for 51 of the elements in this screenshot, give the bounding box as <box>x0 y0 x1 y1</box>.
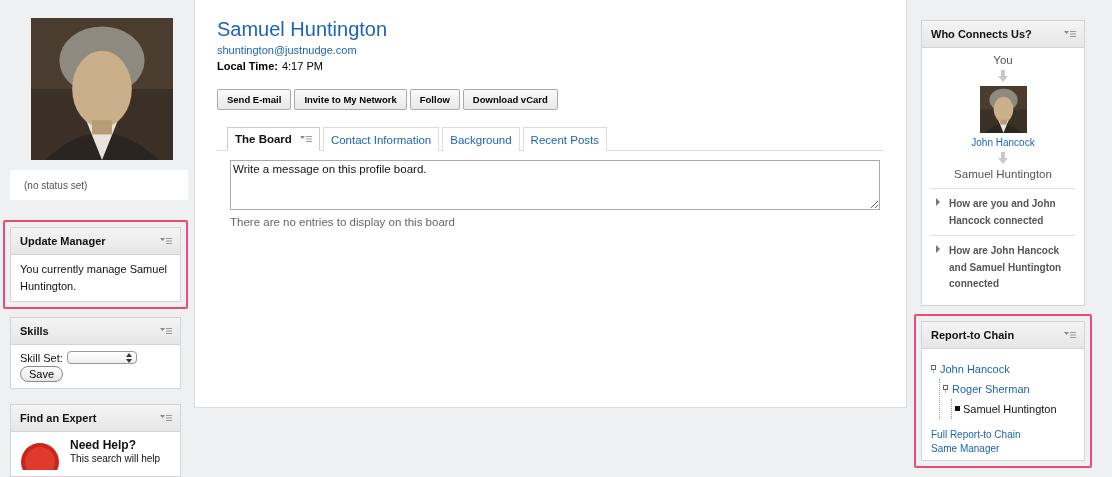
status-text: (no status set) <box>24 179 88 191</box>
tab[interactable]: Contact Information <box>322 127 440 151</box>
email-link[interactable]: shuntington@justnudge.com <box>217 44 357 56</box>
local-time: 4:17 PM <box>281 60 323 72</box>
menu-icon[interactable] <box>1064 330 1076 339</box>
widget-title: Find an Expert <box>20 412 97 424</box>
widget-title: Update Manager <box>20 235 106 247</box>
menu-icon[interactable] <box>160 414 172 422</box>
down-arrow-icon <box>998 152 1008 164</box>
help-text: This search will help <box>70 453 161 464</box>
stepper-icon <box>125 352 132 363</box>
action-button[interactable]: Download vCard <box>462 89 558 110</box>
collapsed-triangle-icon[interactable] <box>935 245 941 253</box>
path-name: Samuel Huntington <box>954 168 1052 180</box>
tree-node-icon <box>943 384 949 393</box>
connection-question[interactable]: How are John Hancock and Samuel Huntington connected <box>949 243 1075 293</box>
menu-icon[interactable] <box>1064 30 1076 38</box>
tab[interactable]: Recent Posts <box>522 127 607 151</box>
chain-name: Samuel Huntington <box>963 402 1057 415</box>
message-field[interactable]: Write a message on this profile board. <box>230 160 880 210</box>
save-button[interactable]: Save <box>20 366 64 382</box>
skill-select[interactable] <box>66 351 137 364</box>
tab[interactable]: The Board <box>227 127 320 151</box>
action-button[interactable]: Invite to My Network <box>294 89 407 110</box>
menu-icon[interactable] <box>299 135 312 143</box>
action-button[interactable]: Send E-mail <box>217 89 292 110</box>
profile-name: Samuel Huntington <box>217 18 388 41</box>
tree-leaf-icon <box>955 406 960 411</box>
chain-link[interactable]: Roger Sherman <box>952 382 1030 395</box>
person-link[interactable]: John Hancock <box>971 137 1035 148</box>
path-name: You <box>993 54 1013 66</box>
help-icon <box>20 440 60 470</box>
down-arrow-icon <box>998 70 1008 82</box>
widget-title: Who Connects Us? <box>931 28 1032 40</box>
tab[interactable]: Background <box>442 127 520 151</box>
widget-title: Report-to Chain <box>931 328 1015 341</box>
empty-message: There are no entries to display on this board <box>230 216 456 228</box>
local-time-label: Local Time: <box>217 60 278 72</box>
chain-option-link[interactable]: Same Manager <box>931 442 1075 454</box>
action-button[interactable]: Follow <box>409 89 460 110</box>
menu-icon[interactable] <box>160 327 172 335</box>
manager-text: You currently manage Samuel Huntington. <box>20 262 168 294</box>
widget-title: Skills <box>20 325 49 337</box>
tree-node-icon <box>931 364 937 373</box>
chain-link[interactable]: John Hancock <box>940 362 1010 375</box>
connection-question[interactable]: How are you and John Hancock connected <box>949 196 1075 229</box>
menu-icon[interactable] <box>160 237 172 245</box>
field-label: Skill Set: <box>20 351 63 364</box>
help-heading: Need Help? <box>70 438 137 452</box>
chain-option-link[interactable]: Full Report-to Chain <box>931 428 1075 440</box>
collapsed-triangle-icon[interactable] <box>935 198 941 206</box>
